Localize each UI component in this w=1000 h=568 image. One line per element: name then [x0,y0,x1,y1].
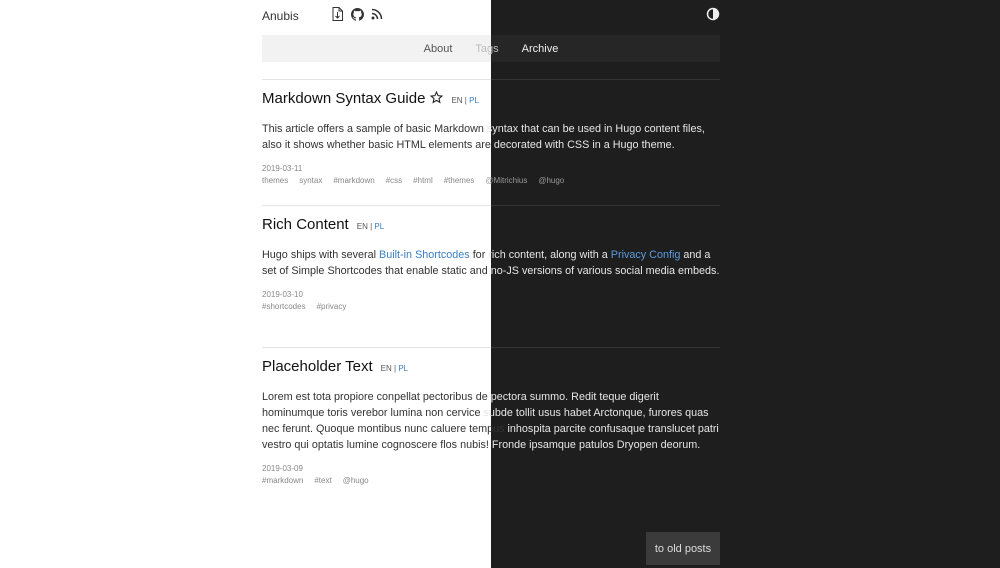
post-date: 2019-03-10 [262,290,303,299]
built-in-shortcodes-link[interactable]: Built-in Shortcodes [379,249,470,261]
tag-link[interactable]: #privacy [317,302,347,311]
lang-en: EN [451,96,463,105]
language-switcher: EN | PL [381,364,408,373]
site-header: Anubis [262,0,720,32]
tag-link[interactable]: @Mitrichius [485,176,527,185]
lang-pl-link[interactable]: PL [469,96,479,105]
lang-en: EN [380,364,392,373]
lang-pl-link[interactable]: PL [374,222,384,231]
excerpt-text: for rich content, along with a [472,249,608,261]
tag-link[interactable]: #css [386,176,402,185]
post-tags: themes syntax #markdown #css #html #them… [262,176,720,185]
post-title-row: Markdown Syntax Guide EN | PL [262,90,720,107]
post-title-row: Rich Content EN | PL [262,216,720,233]
language-switcher: EN | PL [451,96,478,105]
tag-link[interactable]: #markdown [262,476,303,485]
post-excerpt: Hugo ships with several Built-in Shortco… [262,247,720,279]
tag-link[interactable]: #shortcodes [262,302,306,311]
lang-pl-link[interactable]: PL [398,364,408,373]
rss-file-icon[interactable] [330,6,344,22]
lang-separator: | [464,96,467,105]
post-excerpt: This article offers a sample of basic Ma… [262,121,720,153]
tag-link[interactable]: #html [413,176,433,185]
post-excerpt: Lorem est tota propiore conpellat pector… [262,389,720,453]
tag-link[interactable]: #themes [444,176,475,185]
lang-separator: | [370,222,373,231]
post-title[interactable]: Rich Content [262,216,349,233]
post-tags: #markdown #text @hugo [262,476,720,485]
nav-items: About Tags Archive [262,35,720,62]
language-switcher: EN | PL [357,222,384,231]
post-tags: #shortcodes #privacy [262,302,720,311]
post-date: 2019-03-09 [262,464,303,473]
divider [262,79,720,80]
divider [262,347,720,348]
nav-tags[interactable]: Tags [475,43,498,55]
tag-link[interactable]: #text [314,476,331,485]
post-date: 2019-03-11 [262,164,303,173]
contrast-icon[interactable] [706,7,720,21]
post-item: Rich Content EN | PL Hugo ships with sev… [262,216,720,311]
post-title-row: Placeholder Text EN | PL [262,358,720,375]
post-item: Placeholder Text EN | PL Lorem est tota … [262,358,720,485]
rss-icon[interactable] [370,6,384,22]
lang-separator: | [394,364,397,373]
post-title[interactable]: Markdown Syntax Guide [262,90,425,107]
lang-en: EN [356,222,368,231]
nav-archive[interactable]: Archive [522,43,559,55]
main-nav: About Tags Archive [262,35,720,62]
header-icons [330,6,384,22]
nav-about[interactable]: About [424,43,453,55]
tag-link[interactable]: @hugo [343,476,369,485]
excerpt-text: Hugo ships with several [262,249,377,261]
divider [262,205,720,206]
tag-link[interactable]: themes [262,176,288,185]
privacy-config-link[interactable]: Privacy Config [611,249,681,261]
page-container: Anubis About Tags Archive Markdown Synta… [262,0,720,568]
github-icon[interactable] [350,6,364,22]
star-icon [430,90,444,104]
post-excerpt-text: Lorem est tota propiore conpellat pector… [262,391,719,451]
post-excerpt-text: This article offers a sample of basic Ma… [262,123,705,151]
site-title[interactable]: Anubis [262,9,299,23]
post-item: Markdown Syntax Guide EN | PL This artic… [262,90,720,185]
tag-link[interactable]: @hugo [538,176,564,185]
post-title[interactable]: Placeholder Text [262,358,373,375]
older-posts-button[interactable]: to old posts [646,532,720,565]
tag-link[interactable]: syntax [299,176,322,185]
tag-link[interactable]: #markdown [333,176,374,185]
